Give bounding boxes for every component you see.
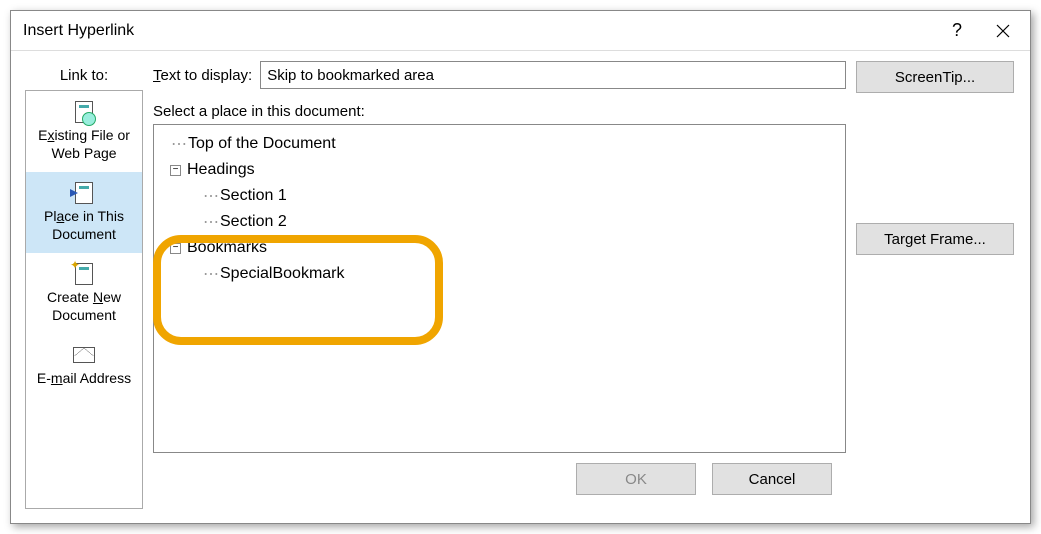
tree-connector-icon: ⋯ <box>202 212 220 232</box>
tree-connector-icon: ⋯ <box>202 264 220 284</box>
create-new-icon: ✦ <box>71 261 97 287</box>
center-panel: Text to display: Select a place in this … <box>153 61 846 509</box>
link-to-create-new[interactable]: ✦ Create New Document <box>26 253 142 334</box>
place-in-doc-icon <box>71 180 97 206</box>
tree-item-specialbookmark[interactable]: ⋯ SpecialBookmark <box>158 261 841 287</box>
target-frame-button[interactable]: Target Frame... <box>856 223 1014 255</box>
cancel-button[interactable]: Cancel <box>712 463 832 495</box>
insert-hyperlink-dialog: Insert Hyperlink ? Link to: Existing Fil… <box>10 10 1031 524</box>
tree-item-headings[interactable]: − Headings <box>158 157 841 183</box>
tree-item-section-2[interactable]: ⋯ Section 2 <box>158 209 841 235</box>
tree-connector-icon: ⋯ <box>170 134 188 154</box>
link-to-item-label: E-mail Address <box>37 370 131 388</box>
existing-file-icon <box>71 99 97 125</box>
link-to-list: Existing File or Web Page Place in This … <box>25 90 143 509</box>
link-to-item-label: Existing File or Web Page <box>38 127 130 162</box>
link-to-item-label: Place in This Document <box>44 208 124 243</box>
tree-connector-icon: ⋯ <box>202 186 220 206</box>
help-button[interactable]: ? <box>934 12 980 50</box>
dialog-button-row: OK Cancel <box>153 453 846 509</box>
tree-item-top[interactable]: ⋯ Top of the Document <box>158 131 841 157</box>
tree-item-section-1[interactable]: ⋯ Section 1 <box>158 183 841 209</box>
dialog-title: Insert Hyperlink <box>23 22 934 40</box>
text-to-display-label: Text to display: <box>153 67 252 84</box>
tree-collapse-icon[interactable]: − <box>170 243 181 254</box>
tree-collapse-icon[interactable]: − <box>170 165 181 176</box>
text-to-display-input[interactable] <box>260 61 846 89</box>
titlebar: Insert Hyperlink ? <box>11 11 1030 51</box>
link-to-item-label: Create New Document <box>47 289 121 324</box>
link-to-email-address[interactable]: E-mail Address <box>26 334 142 398</box>
select-place-label: Select a place in this document: <box>153 103 846 120</box>
email-icon <box>71 342 97 368</box>
screen-tip-button[interactable]: ScreenTip... <box>856 61 1014 93</box>
close-button[interactable] <box>980 12 1026 50</box>
tree-item-bookmarks[interactable]: − Bookmarks <box>158 235 841 261</box>
link-to-panel: Link to: Existing File or Web Page <box>25 61 143 509</box>
link-to-existing-file[interactable]: Existing File or Web Page <box>26 91 142 172</box>
document-place-tree[interactable]: ⋯ Top of the Document − Headings ⋯ Secti… <box>153 124 846 453</box>
close-icon <box>996 24 1010 38</box>
right-button-panel: ScreenTip... Target Frame... <box>856 61 1016 509</box>
ok-button[interactable]: OK <box>576 463 696 495</box>
help-icon: ? <box>952 20 962 41</box>
link-to-label: Link to: <box>60 61 108 90</box>
link-to-place-in-document[interactable]: Place in This Document <box>26 172 142 253</box>
